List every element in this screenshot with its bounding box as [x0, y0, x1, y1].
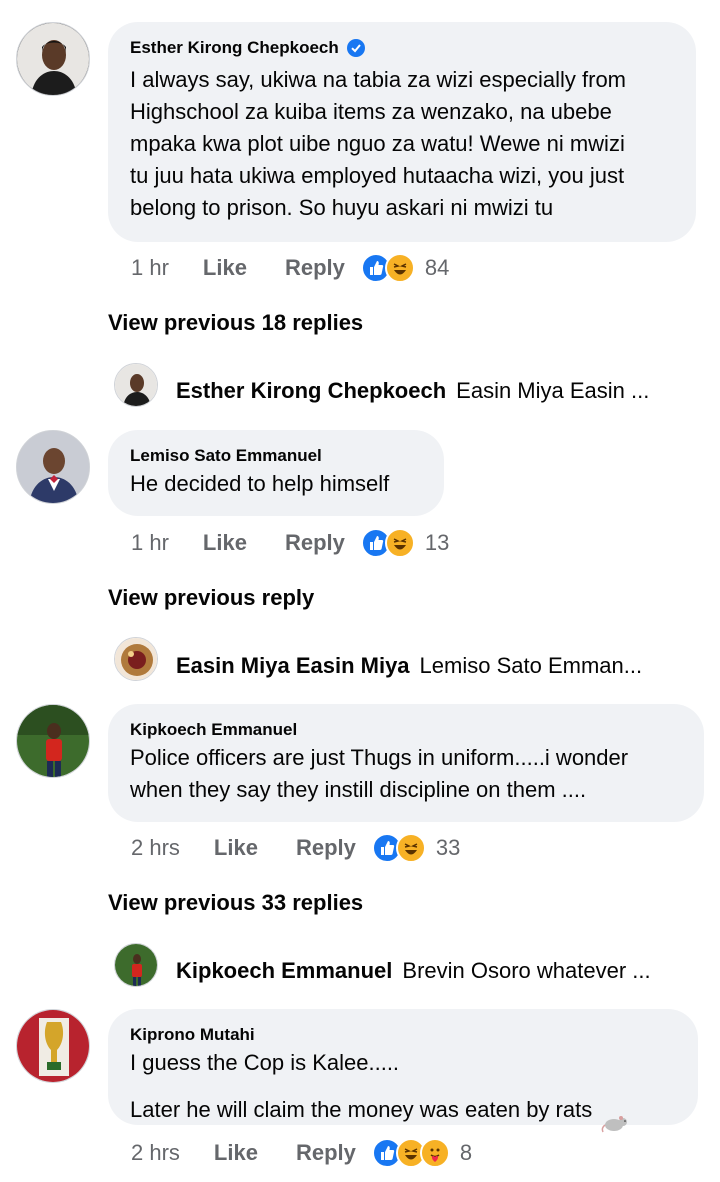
- comment-author[interactable]: Lemiso Sato Emmanuel: [130, 446, 322, 466]
- view-previous-replies-link[interactable]: View previous 33 replies: [108, 890, 363, 916]
- reply-avatar[interactable]: [114, 943, 158, 987]
- comment-author[interactable]: Esther Kirong Chepkoech: [130, 38, 339, 58]
- haha-icon: [384, 528, 415, 558]
- reply-author[interactable]: Kipkoech Emmanuel: [176, 958, 392, 983]
- rat-emoji-icon: [600, 1079, 630, 1143]
- comment-text: He decided to help himself: [130, 471, 390, 496]
- care-icon: [419, 1138, 450, 1168]
- haha-icon: [384, 253, 415, 283]
- reply-button[interactable]: Reply: [296, 1140, 356, 1166]
- comment-actions: 2 hrs Like Reply 33: [131, 832, 460, 864]
- avatar-photo: [17, 705, 89, 777]
- reply-author[interactable]: Easin Miya Easin Miya: [176, 653, 410, 678]
- avatar-photo: [115, 364, 157, 406]
- comment-bubble: Kipkoech Emmanuel Police officers are ju…: [108, 704, 704, 822]
- reaction-count: 33: [435, 835, 461, 860]
- reaction-count: 84: [424, 255, 450, 280]
- verified-badge-icon: [346, 39, 365, 57]
- reply-button[interactable]: Reply: [285, 530, 345, 556]
- avatar-photo: [17, 1010, 89, 1082]
- comment-time[interactable]: 2 hrs: [131, 1140, 180, 1166]
- reaction-count: 13: [424, 530, 450, 555]
- reply-preview-row[interactable]: Easin Miya Easin Miya Lemiso Sato Emman..…: [176, 653, 642, 679]
- like-button[interactable]: Like: [214, 1140, 258, 1166]
- comment-actions: 2 hrs Like Reply 8: [131, 1137, 472, 1169]
- comment-text: I always say, ukiwa na tabia za wizi esp…: [130, 67, 627, 220]
- reactions[interactable]: [371, 1138, 450, 1168]
- reactions[interactable]: [360, 253, 415, 283]
- haha-icon: [395, 833, 426, 863]
- comment-text: Police officers are just Thugs in unifor…: [130, 745, 629, 802]
- reply-text: Lemiso Sato Emman...: [419, 653, 643, 678]
- reply-button[interactable]: Reply: [285, 255, 345, 281]
- comment-bubble: Kiprono Mutahi I guess the Cop is Kalee.…: [108, 1009, 698, 1133]
- avatar-kiprono[interactable]: [16, 1009, 90, 1083]
- comment-actions: 1 hr Like Reply 13: [131, 527, 449, 559]
- reply-avatar[interactable]: [114, 363, 158, 407]
- reactions[interactable]: [371, 833, 426, 863]
- comment-time[interactable]: 1 hr: [131, 530, 169, 556]
- view-previous-replies-link[interactable]: View previous 18 replies: [108, 310, 363, 336]
- like-button[interactable]: Like: [203, 530, 247, 556]
- comment-bubble: Esther Kirong Chepkoech I always say, uk…: [108, 22, 696, 242]
- avatar-lemiso[interactable]: [16, 430, 90, 504]
- reply-text: Brevin Osoro whatever ...: [402, 958, 651, 983]
- reply-avatar[interactable]: [114, 637, 158, 681]
- reaction-count: 8: [459, 1140, 473, 1165]
- reply-preview-row[interactable]: Kipkoech Emmanuel Brevin Osoro whatever .…: [176, 958, 651, 984]
- avatar-photo: [115, 638, 157, 680]
- reactions[interactable]: [360, 528, 415, 558]
- avatar-esther[interactable]: [16, 22, 90, 96]
- like-button[interactable]: Like: [203, 255, 247, 281]
- comment-author[interactable]: Kipkoech Emmanuel: [130, 720, 297, 740]
- comment-bubble: Lemiso Sato Emmanuel He decided to help …: [108, 430, 444, 516]
- comment-author[interactable]: Kiprono Mutahi: [130, 1025, 255, 1045]
- avatar-photo: [17, 23, 89, 95]
- like-button[interactable]: Like: [214, 835, 258, 861]
- comment-time[interactable]: 2 hrs: [131, 835, 180, 861]
- comment-text: I guess the Cop is Kalee..... Later he w…: [130, 1050, 593, 1122]
- avatar-kipkoech[interactable]: [16, 704, 90, 778]
- comment-actions: 1 hr Like Reply 84: [131, 252, 449, 284]
- avatar-photo: [17, 431, 89, 503]
- comment-time[interactable]: 1 hr: [131, 255, 169, 281]
- avatar-photo: [115, 944, 157, 986]
- comment-text-wrap: I guess the Cop is Kalee..... Later he w…: [130, 1047, 674, 1143]
- view-previous-replies-link[interactable]: View previous reply: [108, 585, 314, 611]
- reply-text: Easin Miya Easin ...: [456, 378, 650, 403]
- reply-button[interactable]: Reply: [296, 835, 356, 861]
- reply-author[interactable]: Esther Kirong Chepkoech: [176, 378, 446, 403]
- reply-preview-row[interactable]: Esther Kirong Chepkoech Easin Miya Easin …: [176, 378, 649, 404]
